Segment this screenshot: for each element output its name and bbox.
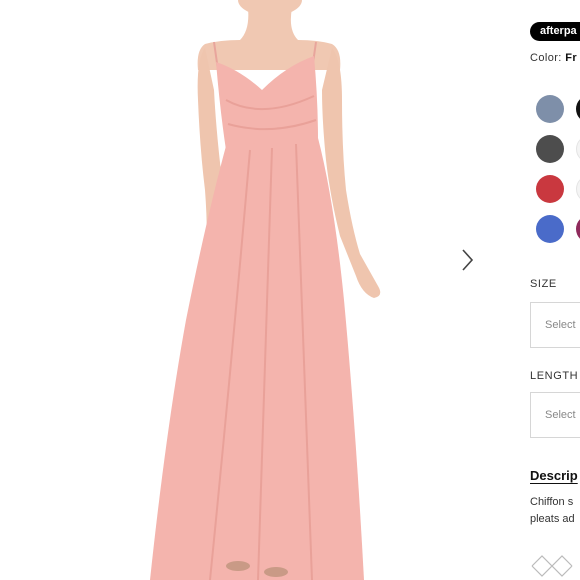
description-line-2: pleats ad [530,513,575,525]
size-select[interactable]: Select [530,302,580,348]
dress-skirt [150,138,364,580]
color-swatch-blue[interactable] [536,215,564,243]
color-value: Fr [565,52,578,64]
length-label: LENGTH [530,370,579,382]
product-options-panel: afterpa Color: Fr SIZE Select LENGTH Sel… [530,0,580,580]
size-label: SIZE [530,278,557,290]
fabric-weave-icon [531,555,573,577]
color-label: Color: [530,52,562,64]
chevron-right-icon[interactable] [455,246,479,274]
length-select[interactable]: Select [530,392,580,438]
description-heading[interactable]: Descrip [530,468,578,483]
color-swatch-red[interactable] [536,175,564,203]
color-swatch-black[interactable] [576,95,580,123]
color-swatch-berry[interactable] [576,215,580,243]
color-selection-label: Color: Fr [530,52,577,64]
model-foot-right [264,567,288,577]
color-swatch-ivory[interactable] [576,175,580,203]
product-photo [150,0,381,580]
description-text: Chiffon s pleats ad [530,494,580,528]
color-swatch-charcoal[interactable] [536,135,564,163]
color-swatch-white[interactable] [576,135,580,163]
model-neck-shoulders [197,8,341,70]
product-gallery [0,0,500,580]
color-swatch-slate[interactable] [536,95,564,123]
afterpay-badge[interactable]: afterpa [530,22,580,41]
description-line-1: Chiffon s [530,496,574,508]
model-foot-left [226,561,250,571]
